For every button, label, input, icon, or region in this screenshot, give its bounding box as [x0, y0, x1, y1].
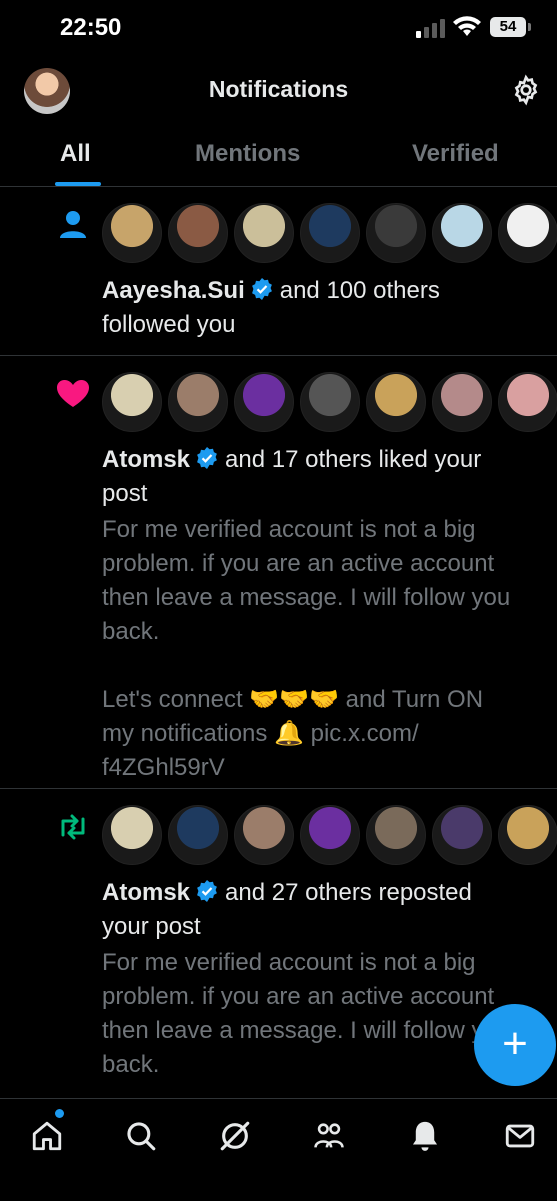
avatar[interactable] [234, 805, 294, 865]
bottom-nav [0, 1098, 557, 1201]
avatar[interactable] [432, 805, 492, 865]
post-preview[interactable]: For me verified account is not a big pro… [102, 513, 542, 785]
post-line: Let's connect 🤝🤝🤝 and Turn ON [102, 686, 484, 713]
user-name[interactable]: Aayesha.Sui [102, 277, 245, 304]
tab-mentions[interactable]: Mentions [195, 140, 300, 168]
post-line: f4ZGhl59rV [102, 754, 225, 781]
notification-summary: and 17 others liked your [225, 446, 482, 473]
avatar[interactable] [366, 372, 426, 432]
unread-dot [55, 1109, 64, 1118]
post-line: problem. if you are an active account [102, 983, 495, 1010]
notification-summary: and 100 others [279, 277, 440, 304]
avatar[interactable] [498, 805, 557, 865]
avatar[interactable] [300, 372, 360, 432]
avatar[interactable] [102, 805, 162, 865]
notification-text-2: post [102, 480, 148, 507]
notification-text: Aayesha.Sui and 100 others [102, 274, 440, 308]
avatar[interactable] [300, 203, 360, 263]
post-preview[interactable]: For me verified account is not a big pro… [102, 946, 542, 1082]
notification-summary: and 27 others reposted [225, 879, 472, 906]
avatar[interactable] [432, 203, 492, 263]
communities-icon[interactable] [312, 1119, 346, 1153]
search-icon[interactable] [124, 1119, 158, 1153]
header: Notifications [0, 56, 557, 126]
home-icon[interactable] [30, 1119, 64, 1153]
heart-icon [57, 380, 89, 407]
plus-icon: + [502, 1019, 528, 1068]
battery-tip [528, 23, 531, 31]
gear-icon[interactable] [510, 74, 542, 106]
notification-text-2: followed you [102, 311, 236, 338]
verified-badge-icon [251, 278, 272, 300]
avatar[interactable] [168, 203, 228, 263]
compose-button[interactable]: + [474, 1004, 556, 1086]
avatar[interactable] [234, 203, 294, 263]
post-line: then leave a message. I will follow you [102, 584, 511, 611]
post-line [102, 649, 542, 683]
notification-like[interactable]: Atomsk and 17 others liked your post For … [0, 356, 557, 789]
post-line: back. [102, 618, 160, 645]
avatar[interactable] [102, 372, 162, 432]
verified-badge-icon [197, 447, 217, 469]
avatar[interactable] [366, 805, 426, 865]
notification-text: Atomsk and 17 others liked your [102, 443, 481, 477]
status-bar: 22:50 54 [0, 0, 557, 56]
avatar[interactable] [432, 372, 492, 432]
status-time: 22:50 [60, 14, 122, 41]
user-name[interactable]: Atomsk [102, 879, 190, 906]
avatar[interactable] [498, 372, 557, 432]
post-line: my notifications 🔔 pic.x.com/ [102, 720, 419, 747]
messages-icon[interactable] [503, 1119, 537, 1153]
avatar[interactable] [498, 203, 557, 263]
battery-indicator: 54 [490, 17, 526, 37]
wifi-icon [453, 16, 481, 36]
notification-text-2: your post [102, 913, 201, 940]
user-name[interactable]: Atomsk [102, 446, 190, 473]
avatar[interactable] [168, 805, 228, 865]
avatar[interactable] [102, 203, 162, 263]
repost-icon [61, 814, 85, 840]
avatar[interactable] [234, 372, 294, 432]
grok-icon[interactable] [218, 1119, 252, 1153]
avatar[interactable] [168, 372, 228, 432]
page-title: Notifications [208, 76, 349, 102]
verified-badge-icon [197, 880, 217, 902]
notification-follow[interactable]: Aayesha.Sui and 100 others followed you [0, 187, 557, 356]
tab-bar: All Mentions Verified [0, 126, 557, 187]
post-line: For me verified account is not a big [102, 516, 476, 543]
avatar[interactable] [300, 805, 360, 865]
post-line: problem. if you are an active account [102, 550, 495, 577]
signal-icon [416, 18, 446, 38]
notification-text: Atomsk and 27 others reposted [102, 876, 472, 910]
person-icon [60, 211, 86, 238]
notifications-icon[interactable] [408, 1119, 442, 1153]
post-line: For me verified account is not a big [102, 949, 476, 976]
notification-repost[interactable]: Atomsk and 27 others reposted your post F… [0, 789, 557, 1098]
tab-indicator [55, 182, 101, 186]
tab-all[interactable]: All [60, 140, 91, 168]
tab-verified[interactable]: Verified [412, 140, 499, 168]
avatar[interactable] [366, 203, 426, 263]
